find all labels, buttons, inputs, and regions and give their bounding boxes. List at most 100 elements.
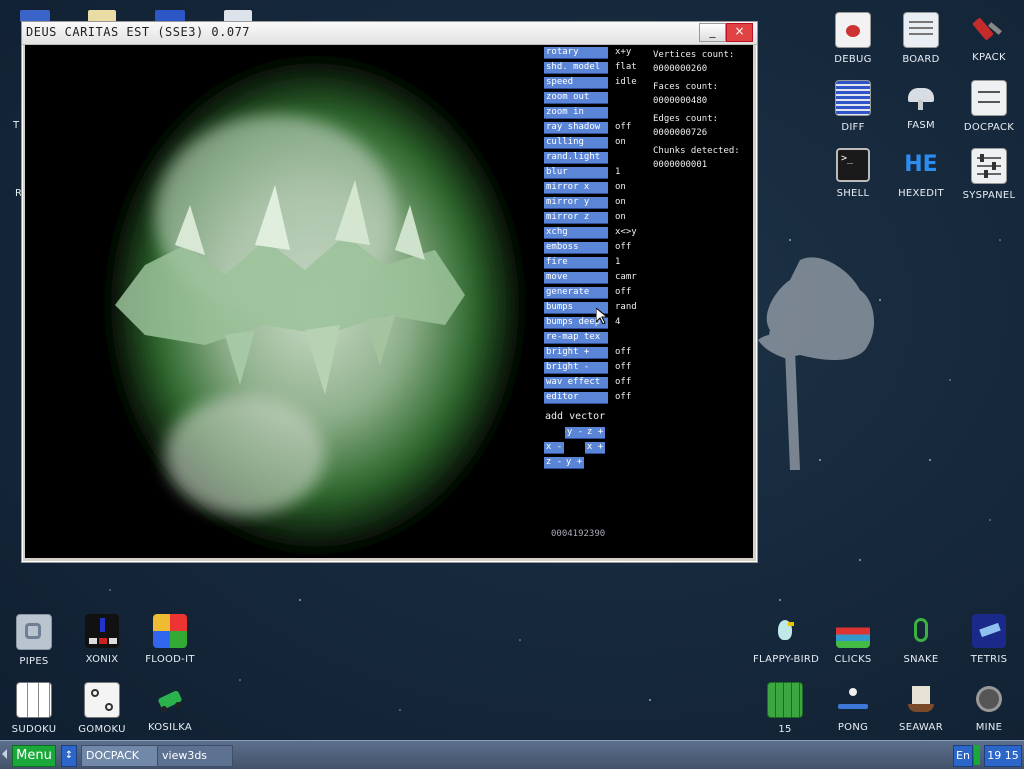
window-titlebar[interactable]: DEUS CARITAS EST (SSE3) 0.077 _ ×	[22, 22, 757, 45]
desktop-icon-flappy-bird[interactable]: FLAPPY-BIRD	[753, 614, 819, 665]
menu-button-mirror-x[interactable]: mirror x	[544, 182, 608, 194]
menu-value: x<>y	[615, 227, 637, 237]
faces-count-value: 0000000480	[653, 96, 708, 106]
menu-value: off	[615, 242, 632, 252]
window-title: DEUS CARITAS EST (SSE3) 0.077	[26, 25, 251, 39]
desktop-icon-board[interactable]: BOARD	[889, 12, 953, 65]
vector-x-minus-button[interactable]: x -	[544, 442, 564, 454]
menu-value: x+y	[615, 47, 632, 57]
desktop-icon-label: DIFF	[841, 122, 865, 133]
debug-icon	[835, 12, 871, 48]
rendered-3d-object	[105, 55, 525, 555]
menu-value: on	[615, 197, 626, 207]
desktop-icon-label: SYSPANEL	[962, 190, 1016, 201]
vector-y-plus-button[interactable]: y +	[564, 457, 584, 469]
desktop-icon-flood-it[interactable]: FLOOD-IT	[138, 614, 202, 665]
desktop-icon-kosilka[interactable]: KOSILKA	[138, 682, 202, 733]
menu-value: off	[615, 362, 632, 372]
vector-z-minus-button[interactable]: z -	[544, 457, 564, 469]
desktop-icon-pong[interactable]: PONG	[821, 682, 885, 733]
menu-button-bright[interactable]: bright +	[544, 347, 608, 359]
chunks-detected-label: Chunks detected:	[653, 146, 740, 156]
desktop-icon-gomoku[interactable]: GOMOKU	[70, 682, 134, 735]
desktop-icon-debug[interactable]: DEBUG	[821, 12, 885, 65]
sudoku-icon	[16, 682, 52, 718]
menu-value: on	[615, 212, 626, 222]
desktop-icon-label: BOARD	[902, 54, 940, 65]
menu-value: 1	[615, 167, 621, 177]
desktop-icon-snake[interactable]: SNAKE	[889, 614, 953, 665]
menu-value: off	[615, 287, 632, 297]
desktop-icon-kpack[interactable]: KPACK	[957, 12, 1021, 63]
desktop-icon-docpack[interactable]: DOCPACK	[957, 80, 1021, 133]
task-switch-icon[interactable]: ↕	[61, 745, 77, 767]
desktop-icon-clicks[interactable]: CLICKS	[821, 614, 885, 665]
menu-button-generate[interactable]: generate	[544, 287, 608, 299]
menu-button-move[interactable]: move	[544, 272, 608, 284]
vector-y-minus-button[interactable]: y -	[565, 427, 585, 439]
menu-button-speed[interactable]: speed	[544, 77, 608, 89]
desktop-icon-fasm[interactable]: FASM	[889, 80, 953, 131]
desktop-icon-label: XONIX	[85, 654, 119, 665]
desktop-icon-label: FASM	[907, 120, 935, 131]
taskbar: Menu ↕ DOCPACK view3ds En 19 15	[0, 740, 1024, 769]
render-canvas[interactable]: rotary x+y shd. model flat speed idle zoom out…	[25, 45, 753, 558]
menu-button-ray-shadow[interactable]: ray shadow	[544, 122, 608, 134]
task-button-docpack[interactable]: DOCPACK	[81, 745, 159, 767]
desktop-icon-hexedit[interactable]: HE HEXEDIT	[889, 148, 953, 199]
menu-button-re-map-tex[interactable]: re-map tex	[544, 332, 608, 344]
menu-button-zoom-out[interactable]: zoom out	[544, 92, 608, 104]
desktop-icon-label: KPACK	[972, 52, 1006, 63]
desktop-icon-sudoku[interactable]: SUDOKU	[2, 682, 66, 735]
task-button-view3ds[interactable]: view3ds	[157, 745, 233, 767]
taskbar-left-arrow-icon[interactable]	[2, 749, 7, 759]
menu-button-mirror-z[interactable]: mirror z	[544, 212, 608, 224]
menu-button-bright[interactable]: bright -	[544, 362, 608, 374]
desktop-icon-tetris[interactable]: TETRIS	[957, 614, 1021, 665]
menu-button-mirror-y[interactable]: mirror y	[544, 197, 608, 209]
desktop-icon-mine[interactable]: MINE	[957, 682, 1021, 733]
view3ds-window[interactable]: DEUS CARITAS EST (SSE3) 0.077 _ × rotary…	[21, 21, 758, 563]
start-menu-button[interactable]: Menu	[12, 745, 56, 767]
tree-wallpaper-shape	[758, 257, 875, 470]
language-indicator[interactable]: En	[953, 745, 973, 767]
pipes-icon	[16, 614, 52, 650]
menu-button-xchg[interactable]: xchg	[544, 227, 608, 239]
desktop-icon-label: SHELL	[836, 188, 870, 199]
desktop-icon-diff[interactable]: DIFF	[821, 80, 885, 133]
desktop-icon-xonix[interactable]: XONIX	[70, 614, 134, 665]
menu-value: 1	[615, 257, 621, 267]
desktop-icon-label: CLICKS	[834, 654, 872, 665]
menu-button-rotary[interactable]: rotary	[544, 47, 608, 59]
menu-value: idle	[615, 77, 637, 87]
menu-button-culling[interactable]: culling	[544, 137, 608, 149]
vector-z-plus-button[interactable]: z +	[585, 427, 605, 439]
bird-icon	[768, 614, 802, 648]
menu-button-editor[interactable]: editor	[544, 392, 608, 404]
desktop-icon-label: SEAWAR	[899, 722, 943, 733]
edges-count-value: 0000000726	[653, 128, 708, 138]
desktop-icon-label: DOCPACK	[963, 122, 1015, 133]
desktop-icon-seawar[interactable]: SEAWAR	[889, 682, 953, 733]
tetris-icon	[972, 614, 1006, 648]
menu-button-rand-light[interactable]: rand.light	[544, 152, 608, 164]
fifteen-puzzle-icon	[767, 682, 803, 718]
menu-button-emboss[interactable]: emboss	[544, 242, 608, 254]
close-button[interactable]: ×	[726, 23, 753, 42]
desktop-icon-15[interactable]: 15	[753, 682, 817, 735]
menu-button-shd-model[interactable]: shd. model	[544, 62, 608, 74]
desktop-icon-syspanel[interactable]: SYSPANEL	[957, 148, 1021, 201]
vertices-count-label: Vertices count:	[653, 50, 735, 60]
menu-button-fire[interactable]: fire	[544, 257, 608, 269]
desktop-icon-pipes[interactable]: PIPES	[2, 614, 66, 667]
desktop-icon-shell[interactable]: >_ SHELL	[821, 148, 885, 199]
vector-x-plus-button[interactable]: x +	[585, 442, 605, 454]
pong-icon	[836, 682, 870, 716]
minimize-button[interactable]: _	[699, 23, 726, 42]
desktop-icon-label: FLOOD-IT	[145, 654, 195, 665]
mine-icon	[972, 682, 1006, 716]
menu-button-zoom-in[interactable]: zoom in	[544, 107, 608, 119]
menu-button-blur[interactable]: blur	[544, 167, 608, 179]
menu-value: off	[615, 347, 632, 357]
menu-button-wav-effect[interactable]: wav effect	[544, 377, 608, 389]
